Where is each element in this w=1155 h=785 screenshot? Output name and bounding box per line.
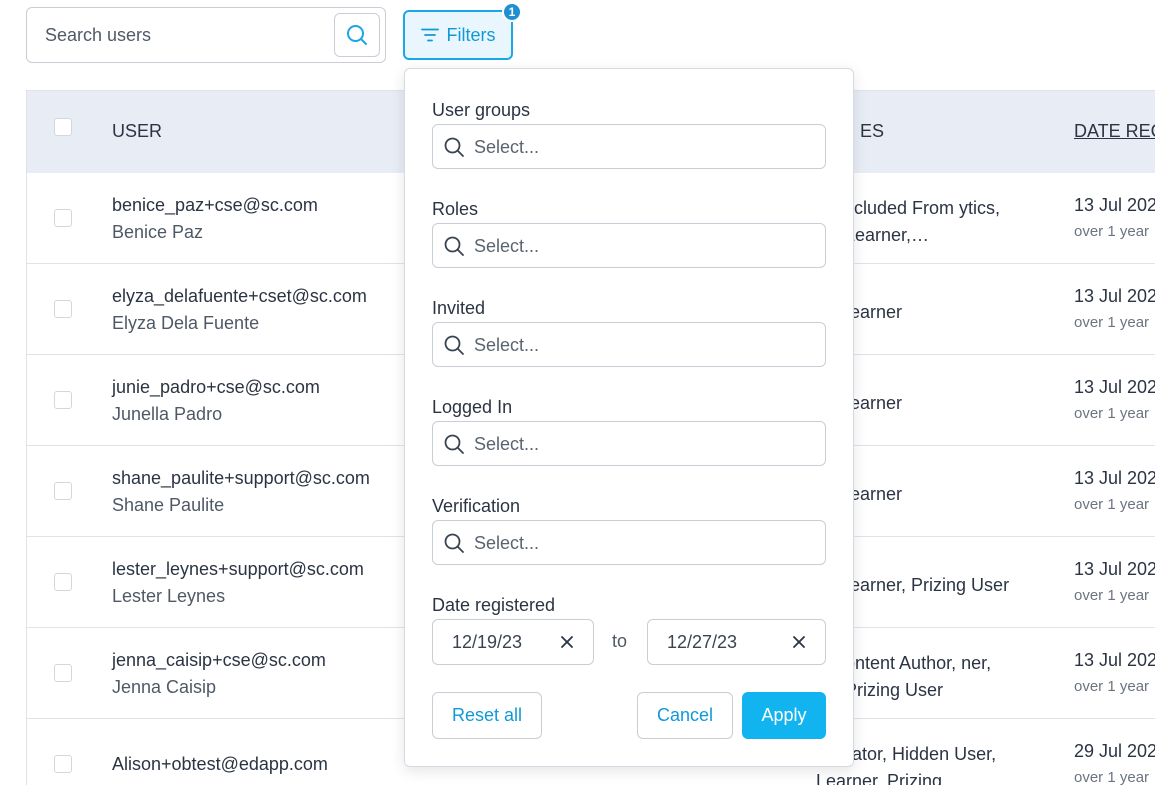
date-registered: 13 Jul 202 bbox=[1074, 468, 1155, 488]
row-checkbox[interactable] bbox=[54, 209, 72, 227]
logged-in-label: Logged In bbox=[432, 397, 513, 417]
filter-icon bbox=[420, 28, 439, 42]
user-email: shane_paulite+support@sc.com bbox=[112, 468, 370, 488]
user-name: Junella Padro bbox=[112, 404, 223, 424]
date-registered-label: Date registered bbox=[432, 595, 556, 615]
user-roles: earner bbox=[850, 484, 903, 504]
reset-all-button[interactable]: Reset all bbox=[432, 692, 542, 739]
user-name: Elyza Dela Fuente bbox=[112, 313, 260, 333]
date-relative: over 1 year bbox=[1074, 405, 1150, 422]
user-email: benice_paz+cse@sc.com bbox=[112, 195, 318, 215]
header-roles[interactable]: ES bbox=[860, 121, 884, 142]
invited-select[interactable]: Select... bbox=[432, 322, 826, 367]
search-input[interactable] bbox=[45, 20, 345, 50]
date-range-separator: to bbox=[612, 631, 628, 651]
search-icon bbox=[444, 434, 464, 454]
filters-panel: User groups Select... Roles Select... In… bbox=[404, 68, 854, 767]
search-icon bbox=[444, 533, 464, 553]
user-email: elyza_delafuente+cset@sc.com bbox=[112, 286, 367, 306]
search-icon bbox=[444, 335, 464, 355]
filters-count-badge: 1 bbox=[502, 2, 522, 22]
user-roles: earner, Prizing User bbox=[850, 575, 1010, 595]
user-email: lester_leynes+support@sc.com bbox=[112, 559, 364, 579]
date-registered: 29 Jul 202 bbox=[1074, 741, 1155, 761]
user-groups-label: User groups bbox=[432, 100, 531, 120]
roles-select[interactable]: Select... bbox=[432, 223, 826, 268]
user-roles: xcluded From ytics, Learner,… bbox=[845, 198, 1001, 245]
row-checkbox[interactable] bbox=[54, 482, 72, 500]
search-button[interactable] bbox=[334, 13, 380, 57]
row-checkbox[interactable] bbox=[54, 391, 72, 409]
user-email: Alison+obtest@edapp.com bbox=[112, 754, 328, 774]
user-name: Shane Paulite bbox=[112, 495, 225, 515]
date-relative: over 1 year bbox=[1074, 223, 1150, 240]
user-groups-select[interactable]: Select... bbox=[432, 124, 826, 169]
clear-date-to-icon[interactable] bbox=[791, 634, 807, 650]
date-relative: over 1 year bbox=[1074, 769, 1150, 785]
user-name: Jenna Caisip bbox=[112, 677, 217, 697]
user-roles: earner bbox=[850, 393, 903, 413]
search-icon bbox=[444, 236, 464, 256]
logged-in-select[interactable]: Select... bbox=[432, 421, 826, 466]
logged-in-placeholder: Select... bbox=[474, 434, 540, 454]
verification-select[interactable]: Select... bbox=[432, 520, 826, 565]
verification-placeholder: Select... bbox=[474, 533, 540, 553]
user-groups-placeholder: Select... bbox=[474, 137, 540, 157]
date-registered: 13 Jul 202 bbox=[1074, 559, 1155, 579]
row-checkbox[interactable] bbox=[54, 573, 72, 591]
invited-placeholder: Select... bbox=[474, 335, 540, 355]
filters-label: Filters bbox=[446, 24, 496, 45]
invited-label: Invited bbox=[432, 298, 486, 318]
apply-button[interactable]: Apply bbox=[742, 692, 826, 739]
user-email: junie_padro+cse@sc.com bbox=[112, 377, 320, 397]
date-registered: 13 Jul 202 bbox=[1074, 377, 1155, 397]
user-roles: ontent Author, ner, Prizing User bbox=[845, 653, 992, 700]
date-to-field[interactable]: 12/27/23 bbox=[647, 619, 826, 665]
header-date-registered[interactable]: DATE REG bbox=[1074, 121, 1155, 142]
row-checkbox[interactable] bbox=[54, 664, 72, 682]
search-icon bbox=[444, 137, 464, 157]
user-roles: earner bbox=[850, 302, 903, 322]
user-email: jenna_caisip+cse@sc.com bbox=[112, 650, 326, 670]
row-checkbox[interactable] bbox=[54, 755, 72, 773]
date-relative: over 1 year bbox=[1074, 678, 1150, 695]
date-registered: 13 Jul 202 bbox=[1074, 650, 1155, 670]
user-name: Lester Leynes bbox=[112, 586, 226, 606]
date-relative: over 1 year bbox=[1074, 587, 1150, 604]
date-relative: over 1 year bbox=[1074, 314, 1150, 331]
search-icon bbox=[347, 25, 367, 45]
clear-date-from-icon[interactable] bbox=[559, 634, 575, 650]
user-name: Benice Paz bbox=[112, 222, 204, 242]
verification-label: Verification bbox=[432, 496, 521, 516]
date-registered: 13 Jul 202 bbox=[1074, 195, 1155, 215]
row-checkbox[interactable] bbox=[54, 300, 72, 318]
filters-button[interactable]: Filters bbox=[403, 10, 513, 60]
search-box bbox=[26, 7, 386, 63]
header-user[interactable]: USER bbox=[112, 121, 162, 142]
date-from-value: 12/19/23 bbox=[452, 632, 523, 652]
date-relative: over 1 year bbox=[1074, 496, 1150, 513]
date-to-value: 12/27/23 bbox=[667, 632, 738, 652]
roles-placeholder: Select... bbox=[474, 236, 540, 256]
roles-label: Roles bbox=[432, 199, 479, 219]
select-all-checkbox[interactable] bbox=[54, 118, 72, 136]
date-registered: 13 Jul 202 bbox=[1074, 286, 1155, 306]
date-from-field[interactable]: 12/19/23 bbox=[432, 619, 594, 665]
cancel-button[interactable]: Cancel bbox=[637, 692, 733, 739]
